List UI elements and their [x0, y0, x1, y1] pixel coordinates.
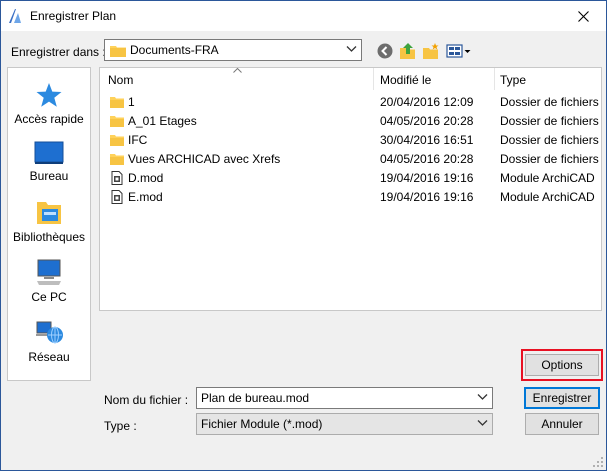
- libraries-icon: [37, 202, 61, 224]
- back-icon[interactable]: [376, 42, 394, 60]
- places-sidebar: Accès rapide Bureau Bibliothèques Ce PC …: [7, 67, 91, 381]
- sidebar-item-label: Réseau: [28, 350, 70, 364]
- type-label: Type :: [104, 419, 137, 433]
- sidebar-item-quick-access[interactable]: Accès rapide: [8, 82, 90, 126]
- table-row[interactable]: IFC 30/04/2016 16:51 Dossier de fichiers: [100, 131, 601, 150]
- view-menu-icon[interactable]: [446, 42, 472, 60]
- chevron-down-icon: [477, 394, 488, 400]
- table-row[interactable]: A_01 Etages 04/05/2016 20:28 Dossier de …: [100, 112, 601, 131]
- sidebar-item-label: Bureau: [29, 169, 69, 183]
- desktop-icon: [34, 141, 64, 164]
- sidebar-item-label: Bibliothèques: [12, 230, 86, 244]
- table-row[interactable]: D.mod 19/04/2016 19:16 Module ArchiCAD: [100, 169, 601, 188]
- sidebar-item-label: Ce PC: [31, 290, 67, 304]
- table-row[interactable]: 1 20/04/2016 12:09 Dossier de fichiers: [100, 93, 601, 112]
- file-name: E.mod: [128, 190, 163, 204]
- folder-icon: [110, 97, 124, 108]
- module-file-icon: [111, 190, 123, 204]
- computer-icon: [37, 259, 61, 285]
- file-date: 20/04/2016 12:09: [380, 95, 474, 109]
- sidebar-item-network[interactable]: Réseau: [8, 318, 90, 364]
- file-name: Vues ARCHICAD avec Xrefs: [128, 152, 281, 166]
- star-icon: [36, 83, 62, 107]
- file-type: Dossier de fichiers: [500, 152, 599, 166]
- save-in-label: Enregistrer dans :: [11, 45, 106, 59]
- column-header-name[interactable]: Nom: [108, 73, 133, 87]
- filename-combo[interactable]: Plan de bureau.mod: [196, 387, 493, 409]
- archicad-logo-icon: [9, 9, 21, 23]
- network-icon: [36, 321, 63, 344]
- file-name: A_01 Etages: [128, 114, 197, 128]
- folder-icon: [110, 46, 126, 57]
- file-type: Module ArchiCAD: [500, 171, 595, 185]
- resize-grip-icon[interactable]: [592, 456, 604, 468]
- sidebar-item-desktop[interactable]: Bureau: [8, 141, 90, 183]
- save-dialog: Enregistrer Plan Enregistrer dans : Docu…: [0, 0, 607, 471]
- save-in-value: Documents-FRA: [130, 43, 219, 57]
- sidebar-item-libraries[interactable]: Bibliothèques: [8, 198, 90, 244]
- file-date: 19/04/2016 19:16: [380, 190, 474, 204]
- chevron-down-icon: [346, 46, 357, 52]
- module-file-icon: [111, 171, 123, 185]
- up-folder-icon[interactable]: [399, 42, 417, 60]
- file-date: 04/05/2016 20:28: [380, 152, 474, 166]
- file-date: 30/04/2016 16:51: [380, 133, 474, 147]
- file-date: 04/05/2016 20:28: [380, 114, 474, 128]
- title-bar: Enregistrer Plan: [1, 1, 606, 31]
- type-select[interactable]: Fichier Module (*.mod): [196, 413, 493, 435]
- column-divider[interactable]: [494, 68, 495, 90]
- sidebar-item-label: Accès rapide: [14, 112, 84, 126]
- file-type: Dossier de fichiers: [500, 114, 599, 128]
- column-header-type[interactable]: Type: [500, 73, 526, 87]
- save-in-combo[interactable]: Documents-FRA: [104, 39, 362, 61]
- cancel-button[interactable]: Annuler: [525, 413, 599, 435]
- file-name: IFC: [128, 133, 148, 147]
- options-button[interactable]: Options: [525, 354, 599, 376]
- close-button[interactable]: [560, 1, 606, 31]
- filename-label: Nom du fichier :: [104, 393, 189, 407]
- file-type: Dossier de fichiers: [500, 133, 599, 147]
- folder-icon: [110, 116, 124, 127]
- file-list[interactable]: Nom Modifié le Type 1 20/04/2016 12:09 D…: [99, 67, 602, 311]
- filename-value: Plan de bureau.mod: [201, 391, 310, 405]
- chevron-down-icon: [477, 420, 488, 426]
- file-type: Module ArchiCAD: [500, 190, 595, 204]
- type-value: Fichier Module (*.mod): [201, 417, 323, 431]
- window-title: Enregistrer Plan: [30, 9, 117, 23]
- file-type: Dossier de fichiers: [500, 95, 599, 109]
- folder-icon: [110, 154, 124, 165]
- table-row[interactable]: E.mod 19/04/2016 19:16 Module ArchiCAD: [100, 188, 601, 207]
- file-date: 19/04/2016 19:16: [380, 171, 474, 185]
- folder-icon: [110, 135, 124, 146]
- column-divider[interactable]: [373, 68, 374, 90]
- file-name: 1: [128, 95, 135, 109]
- sidebar-item-this-pc[interactable]: Ce PC: [8, 258, 90, 304]
- file-name: D.mod: [128, 171, 164, 185]
- new-folder-icon[interactable]: [422, 42, 440, 60]
- file-list-header: Nom Modifié le Type: [100, 68, 601, 90]
- sort-ascending-icon: [233, 68, 242, 73]
- close-icon: [577, 10, 589, 22]
- table-row[interactable]: Vues ARCHICAD avec Xrefs 04/05/2016 20:2…: [100, 150, 601, 169]
- save-button[interactable]: Enregistrer: [524, 387, 600, 409]
- column-header-date[interactable]: Modifié le: [380, 73, 431, 87]
